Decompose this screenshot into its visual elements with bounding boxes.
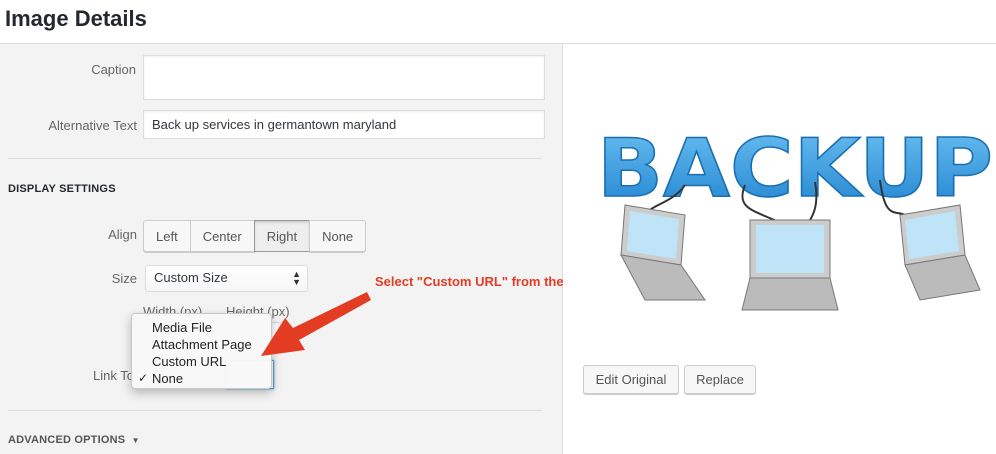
alt-text-label: Alternative Text: [48, 118, 137, 133]
replace-button[interactable]: Replace: [684, 365, 756, 394]
backup-word: BACKUP: [597, 122, 993, 215]
link-to-dropdown-menu: Media File Attachment Page Custom URL ✓ …: [131, 313, 272, 389]
alt-text-field[interactable]: Back up services in germantown maryland: [143, 110, 545, 139]
display-settings-heading: DISPLAY SETTINGS: [8, 183, 116, 195]
align-left-button[interactable]: Left: [143, 220, 191, 252]
dropdown-option-media-file[interactable]: Media File: [132, 319, 271, 336]
align-center-button[interactable]: Center: [189, 220, 255, 252]
backup-image: BACKUP: [596, 121, 994, 311]
divider: [8, 410, 542, 411]
size-select-value: Custom Size: [154, 270, 228, 285]
edit-original-button[interactable]: Edit Original: [583, 365, 679, 394]
dropdown-option-none[interactable]: ✓ None: [132, 370, 271, 387]
align-none-button[interactable]: None: [309, 220, 367, 252]
dropdown-option-attachment-page[interactable]: Attachment Page: [132, 336, 271, 353]
align-right-button[interactable]: Right: [253, 220, 311, 252]
page-title: Image Details: [5, 6, 147, 31]
dropdown-option-custom-url[interactable]: Custom URL: [132, 353, 271, 370]
modal-header: Image Details: [0, 0, 996, 44]
divider: [8, 158, 542, 159]
align-label: Align: [108, 227, 137, 242]
align-button-group: Left Center Right None: [143, 220, 367, 252]
annotation-arrow-icon: [261, 292, 371, 356]
triangle-down-icon: ▼: [131, 436, 140, 445]
advanced-options-toggle[interactable]: ADVANCED OPTIONS ▼: [8, 434, 140, 446]
size-label: Size: [111, 271, 137, 286]
checkmark-icon: ✓: [138, 371, 149, 385]
caption-field[interactable]: [143, 55, 545, 100]
select-arrows-icon: ▲ ▼: [292, 269, 301, 287]
caption-label: Caption: [91, 62, 136, 77]
